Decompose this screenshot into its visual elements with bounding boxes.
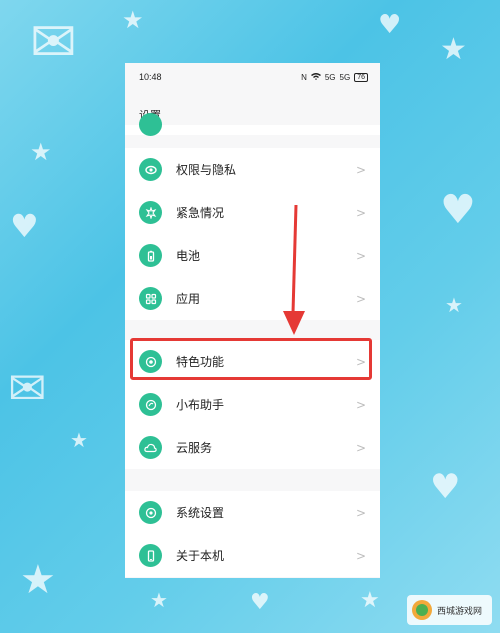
settings-item-cloud[interactable]: 云服务 >	[125, 426, 380, 469]
heart-icon: ♥	[250, 590, 270, 615]
chevron-right-icon: >	[355, 205, 366, 220]
heart-icon: ♥	[378, 10, 402, 40]
system-icon	[139, 501, 162, 524]
settings-group-top	[125, 113, 380, 136]
settings-item-label: 应用	[176, 292, 201, 306]
settings-item-system[interactable]: 系统设置 >	[125, 491, 380, 534]
watermark-text: 西城游戏网	[437, 606, 483, 617]
chevron-right-icon: >	[355, 162, 366, 177]
highlight-box	[130, 338, 372, 380]
star-icon: ★	[20, 557, 56, 603]
star-icon: ★	[30, 138, 52, 166]
status-icons: N 5G 5G 76	[301, 72, 368, 82]
assistant-icon	[139, 393, 162, 416]
apps-icon	[139, 287, 162, 310]
chevron-right-icon: >	[355, 505, 366, 520]
settings-item-label: 电池	[176, 249, 201, 263]
chevron-right-icon: >	[355, 548, 366, 563]
settings-item-label: 权限与隐私	[176, 163, 237, 177]
red-arrow-annotation	[283, 205, 305, 335]
phone-icon	[139, 544, 162, 567]
battery-icon	[139, 244, 162, 267]
settings-item-about[interactable]: 关于本机 >	[125, 534, 380, 577]
settings-item-apps[interactable]: 应用 >	[125, 277, 380, 320]
chevron-right-icon: >	[355, 440, 366, 455]
watermark-logo-icon	[412, 600, 432, 620]
heart-icon: ♥	[440, 187, 476, 233]
heart-icon: ♥	[430, 467, 461, 507]
signal-icon: 5G	[339, 72, 351, 82]
privacy-icon	[139, 158, 162, 181]
star-icon: ★	[445, 293, 463, 317]
status-time: 10:48	[139, 72, 162, 82]
signal-icon: 5G	[324, 72, 336, 82]
heart-icon: ♥	[10, 207, 39, 245]
battery-status-icon: 76	[354, 72, 368, 82]
cloud-icon	[139, 436, 162, 459]
settings-item-battery[interactable]: 电池 >	[125, 234, 380, 277]
settings-item-assistant[interactable]: 小布助手 >	[125, 383, 380, 426]
wifi-icon	[310, 72, 321, 82]
settings-item-label: 系统设置	[176, 506, 225, 520]
envelope-icon: ✉	[8, 361, 47, 415]
settings-group-1: 权限与隐私 > 紧急情况 > 电池 > 应用 >	[125, 148, 380, 320]
star-icon: ★	[122, 6, 144, 34]
star-icon: ★	[70, 428, 88, 452]
settings-item-label: 关于本机	[176, 549, 225, 563]
star-icon: ★	[150, 588, 168, 612]
settings-group-3: 系统设置 > 关于本机 >	[125, 491, 380, 577]
star-icon: ★	[440, 32, 467, 67]
chevron-right-icon: >	[355, 291, 366, 306]
chevron-right-icon: >	[355, 397, 366, 412]
emergency-icon	[139, 201, 162, 224]
settings-item-privacy[interactable]: 权限与隐私 >	[125, 148, 380, 191]
partial-item-icon	[139, 113, 162, 136]
status-bar: 10:48 N 5G 5G 76	[125, 63, 380, 91]
settings-item-label: 云服务	[176, 441, 213, 455]
chevron-right-icon: >	[355, 248, 366, 263]
phone-screenshot: 10:48 N 5G 5G 76 设置 权限与隐私 > 紧急情况	[125, 63, 380, 578]
settings-item-label: 小布助手	[176, 398, 225, 412]
settings-item-label: 紧急情况	[176, 206, 225, 220]
status-n-icon: N	[301, 72, 307, 82]
watermark-badge: 西城游戏网	[407, 595, 492, 625]
star-icon: ★	[360, 588, 380, 613]
settings-item-emergency[interactable]: 紧急情况 >	[125, 191, 380, 234]
envelope-icon: ✉	[30, 10, 77, 75]
